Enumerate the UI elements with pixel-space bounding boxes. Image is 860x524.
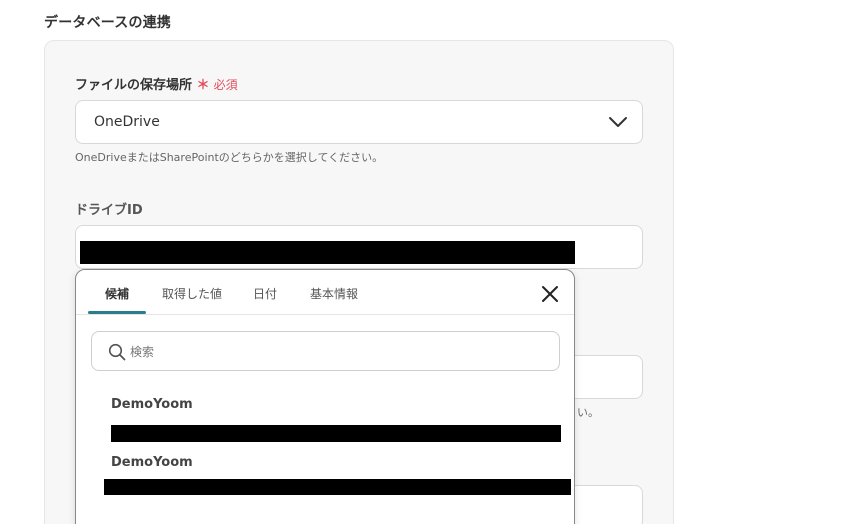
search-box[interactable] — [91, 331, 560, 371]
value-picker-popup: 候補 取得した値 日付 基本情報 DemoYoom DemoYoom — [75, 269, 575, 524]
required-star: ＊ — [196, 78, 210, 93]
tab-date[interactable]: 日付 — [253, 285, 277, 302]
redacted-candidate-id — [111, 425, 561, 442]
tab-retrieved-values[interactable]: 取得した値 — [162, 285, 222, 302]
required-badge: 必須 — [213, 78, 238, 92]
redacted-drive-id — [80, 241, 575, 264]
candidate-item[interactable]: DemoYoom — [76, 448, 574, 500]
tab-basic-info[interactable]: 基本情報 — [310, 285, 358, 302]
redacted-candidate-id — [104, 479, 571, 495]
candidate-item[interactable]: DemoYoom — [76, 388, 574, 446]
close-icon[interactable] — [540, 284, 560, 304]
section-title: データベースの連携 — [44, 15, 172, 31]
storage-field-label-text: ファイルの保存場所 — [75, 78, 193, 93]
tab-candidates[interactable]: 候補 — [105, 285, 129, 302]
background-help-fragment: い。 — [577, 406, 599, 419]
search-input[interactable] — [130, 341, 530, 363]
storage-select-value: OneDrive — [94, 114, 160, 130]
search-icon — [108, 343, 126, 361]
candidate-name: DemoYoom — [111, 397, 193, 412]
active-tab-indicator — [88, 311, 146, 314]
drive-field-label: ドライブID — [75, 203, 143, 218]
storage-help-text: OneDriveまたはSharePointのどちらかを選択してください。 — [75, 151, 384, 164]
storage-field-label: ファイルの保存場所 ＊必須 — [75, 74, 238, 93]
popup-tabs: 候補 取得した値 日付 基本情報 — [76, 270, 574, 315]
storage-select[interactable]: OneDrive — [75, 100, 643, 144]
candidate-name: DemoYoom — [111, 455, 193, 470]
chevron-down-icon — [609, 117, 627, 127]
